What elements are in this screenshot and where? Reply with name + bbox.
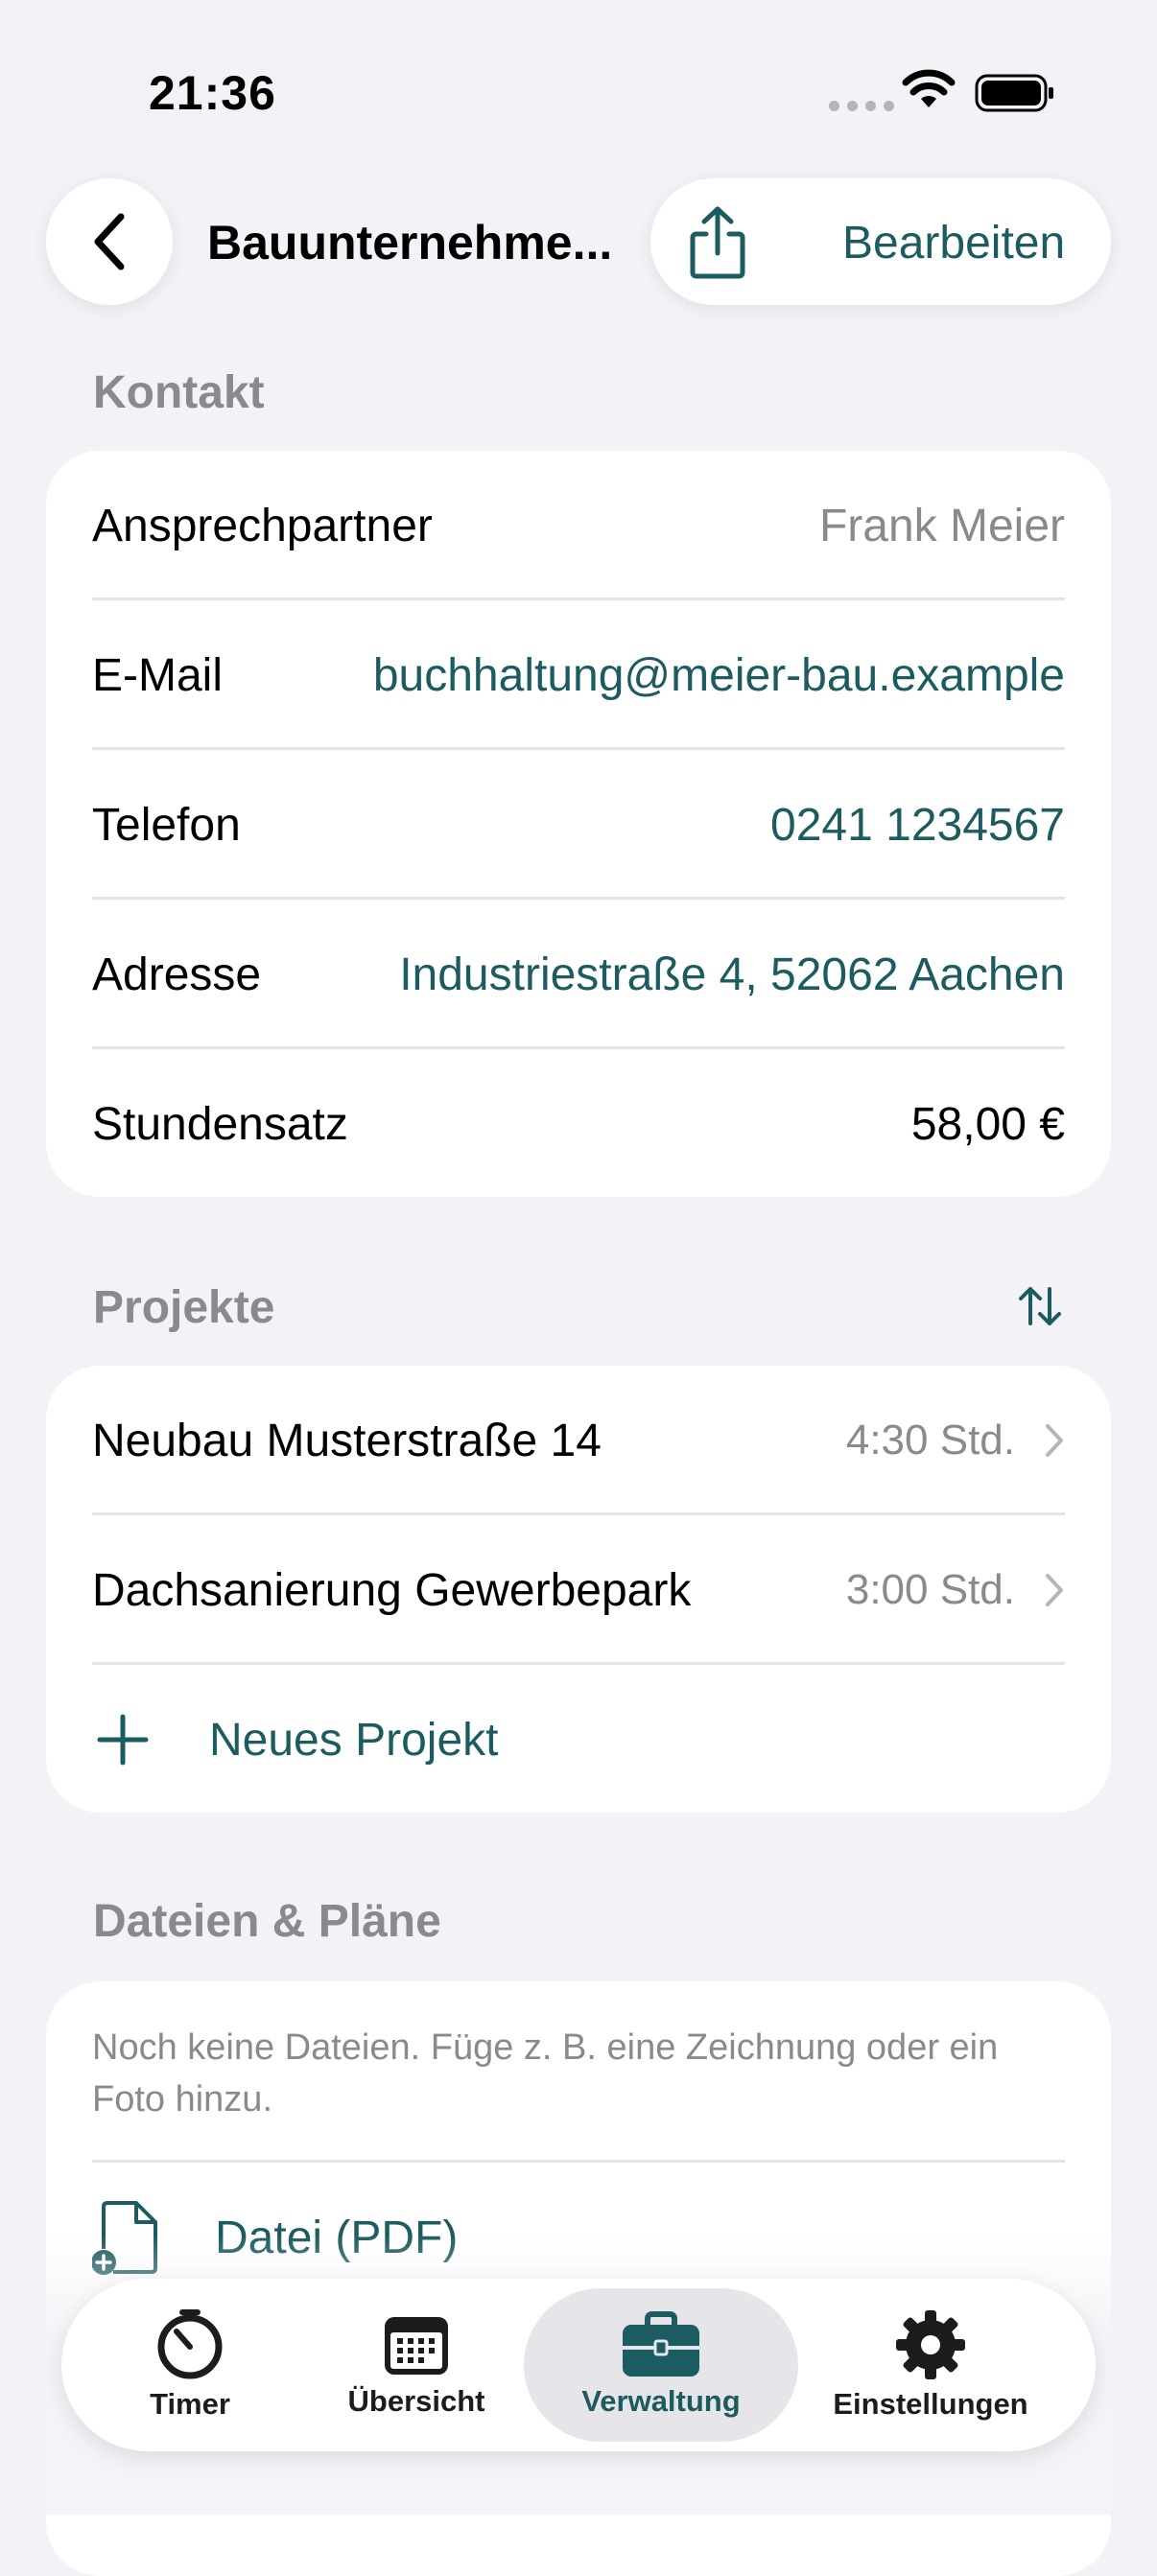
contact-section-header: Kontakt — [93, 367, 265, 418]
email-link[interactable]: buchhaltung@meier-bau.example — [373, 649, 1065, 702]
tab-overview-label: Übersicht — [347, 2384, 485, 2418]
contact-row-rate: Stundensatz 58,00 € — [92, 1049, 1065, 1199]
project-name: Dachsanierung Gewerbepark — [92, 1564, 692, 1616]
edit-button[interactable]: Bearbeiten — [842, 217, 1065, 269]
contact-person-value: Frank Meier — [818, 500, 1065, 551]
cellular-signal-icon — [829, 101, 894, 111]
project-row[interactable]: Dachsanierung Gewerbepark 3:00 Std. — [92, 1515, 1065, 1665]
hourly-rate-label: Stundensatz — [92, 1098, 348, 1150]
chevron-right-icon — [1046, 1424, 1063, 1457]
share-icon[interactable] — [687, 205, 748, 280]
tab-timer[interactable]: Timer — [106, 2279, 274, 2451]
hourly-rate-value: 58,00 € — [910, 1098, 1065, 1150]
contact-row-phone[interactable]: Telefon 0241 1234567 — [92, 750, 1065, 900]
wifi-icon — [902, 69, 956, 107]
project-row[interactable]: Neubau Musterstraße 14 4:30 Std. — [92, 1366, 1065, 1515]
battery-icon — [975, 74, 1053, 112]
project-name: Neubau Musterstraße 14 — [92, 1415, 602, 1466]
contact-card: Ansprechpartner Frank Meier E-Mail buchh… — [46, 451, 1111, 1197]
status-time: 21:36 — [149, 66, 276, 120]
contact-row-person: Ansprechpartner Frank Meier — [92, 451, 1065, 600]
stopwatch-icon — [157, 2309, 223, 2379]
tab-timer-label: Timer — [150, 2387, 230, 2421]
calendar-icon — [385, 2317, 448, 2375]
tab-management[interactable]: Verwaltung — [533, 2279, 789, 2451]
tab-overview[interactable]: Übersicht — [322, 2279, 510, 2451]
tab-management-label: Verwaltung — [581, 2384, 741, 2418]
chevron-right-icon — [1046, 1574, 1063, 1606]
sort-arrows-icon[interactable] — [1017, 1285, 1063, 1327]
tab-settings-label: Einstellungen — [833, 2387, 1028, 2421]
projects-section-header: Projekte — [93, 1282, 275, 1333]
address-link[interactable]: Industriestraße 4, 52062 Aachen — [399, 948, 1065, 1001]
contact-row-address[interactable]: Adresse Industriestraße 4, 52062 Aachen — [92, 900, 1065, 1049]
address-label: Adresse — [92, 948, 262, 1000]
tab-settings[interactable]: Einstellungen — [825, 2279, 1036, 2451]
gear-icon — [896, 2310, 965, 2379]
chevron-left-icon — [94, 213, 125, 270]
back-button[interactable] — [46, 178, 173, 305]
new-project-label: Neues Projekt — [209, 1714, 499, 1766]
projects-card: Neubau Musterstraße 14 4:30 Std. Dachsan… — [46, 1366, 1111, 1813]
files-empty-text: Noch keine Dateien. Füge z. B. eine Zeic… — [92, 2027, 999, 2119]
phone-label: Telefon — [92, 799, 241, 851]
project-hours: 4:30 Std. — [845, 1417, 1015, 1464]
contact-row-email[interactable]: E-Mail buchhaltung@meier-bau.example — [92, 600, 1065, 750]
project-hours: 3:00 Std. — [845, 1566, 1015, 1613]
email-label: E-Mail — [92, 649, 224, 701]
phone-link[interactable]: 0241 1234567 — [770, 799, 1065, 852]
contact-person-label: Ansprechpartner — [92, 500, 433, 551]
files-section-header: Dateien & Pläne — [93, 1896, 441, 1947]
briefcase-icon — [623, 2311, 699, 2377]
plus-icon — [97, 1714, 149, 1766]
new-project-button[interactable]: Neues Projekt — [92, 1665, 1065, 1815]
page-title: Bauunternehme... — [207, 216, 613, 269]
